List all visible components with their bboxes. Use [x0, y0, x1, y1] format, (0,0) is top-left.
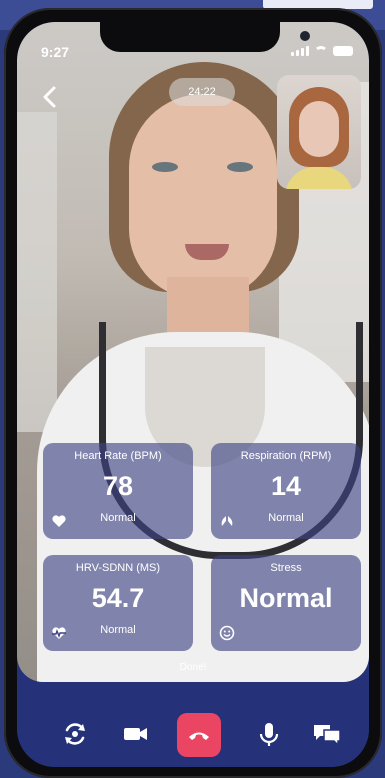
metric-card-stress: Stress Normal	[211, 555, 361, 651]
back-chevron-icon[interactable]	[37, 82, 67, 112]
lungs-icon	[221, 516, 233, 526]
call-timer: 24:22	[169, 78, 235, 106]
metric-title: Heart Rate (BPM)	[74, 450, 162, 462]
metric-title: Stress	[270, 562, 302, 574]
metric-card-heart-rate: Heart Rate (BPM) 78 Normal	[43, 443, 193, 539]
metric-card-respiration: Respiration (RPM) 14 Normal	[211, 443, 361, 539]
video-icon[interactable]	[117, 716, 153, 752]
system-icons	[291, 46, 353, 56]
phone-screen: 9:27 24:22 Heart Rate (BPM) 78 Normal Re…	[17, 22, 369, 767]
wifi-icon	[314, 46, 328, 56]
metric-title: HRV-SDNN (MS)	[75, 562, 161, 574]
switch-camera-icon[interactable]	[57, 716, 93, 752]
heartbeat-icon	[52, 627, 66, 639]
phone-frame: 9:27 24:22 Heart Rate (BPM) 78 Normal Re…	[4, 8, 382, 778]
end-call-button[interactable]	[177, 713, 221, 757]
battery-icon	[333, 46, 353, 56]
signal-icon	[291, 46, 309, 56]
metric-value: 78	[102, 471, 134, 501]
notch	[100, 22, 310, 52]
smile-icon	[219, 625, 235, 641]
metric-card-hrv: HRV-SDNN (MS) 54.7 Normal	[43, 555, 193, 651]
metric-title: Respiration (RPM)	[240, 450, 332, 462]
end-call-icon	[189, 732, 209, 740]
chat-icon[interactable]	[309, 716, 345, 752]
status-bar: 9:27	[17, 22, 369, 66]
heart-icon	[52, 515, 66, 527]
microphone-icon[interactable]	[251, 716, 287, 752]
metric-value: 54.7	[91, 583, 145, 613]
self-view-video[interactable]	[277, 75, 361, 189]
done-label: Done!	[179, 662, 207, 673]
front-camera	[300, 31, 310, 41]
metric-value: Normal	[239, 583, 333, 613]
metric-value: 14	[270, 471, 302, 501]
status-time: 9:27	[41, 44, 70, 60]
